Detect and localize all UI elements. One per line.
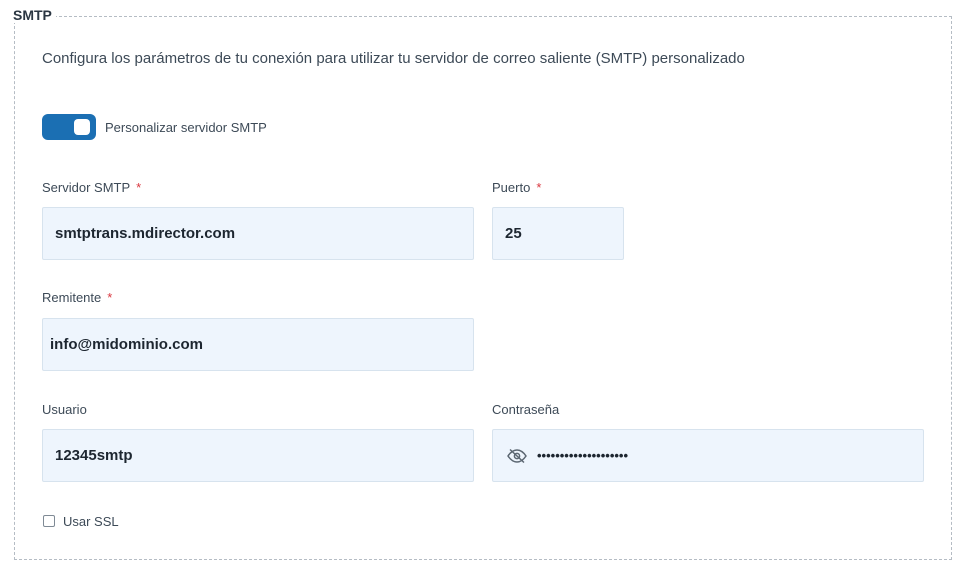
smtp-server-label-text: Servidor SMTP: [42, 180, 131, 195]
sender-label: Remitente *: [42, 290, 112, 305]
sender-label-text: Remitente: [42, 290, 102, 305]
custom-smtp-toggle-label: Personalizar servidor SMTP: [105, 120, 267, 135]
password-label: Contraseña: [492, 402, 560, 417]
required-marker: *: [536, 180, 542, 195]
required-marker: *: [136, 180, 142, 195]
required-marker: *: [107, 290, 113, 305]
user-input[interactable]: 12345smtp: [42, 429, 474, 482]
password-input[interactable]: ••••••••••••••••••••: [492, 429, 924, 482]
smtp-server-input[interactable]: smtptrans.mdirector.com: [42, 207, 474, 260]
custom-smtp-toggle[interactable]: [42, 114, 96, 140]
section-description: Configura los parámetros de tu conexión …: [42, 50, 745, 67]
smtp-legend: SMTP: [11, 7, 56, 23]
user-label: Usuario: [42, 402, 87, 417]
port-label-text: Puerto: [492, 180, 531, 195]
sender-input[interactable]: info@midominio.com: [42, 318, 474, 371]
smtp-server-label: Servidor SMTP *: [42, 180, 141, 195]
port-label: Puerto *: [492, 180, 541, 195]
toggle-knob: [74, 119, 90, 135]
password-masked-value: ••••••••••••••••••••: [537, 448, 629, 463]
use-ssl-label: Usar SSL: [63, 514, 119, 529]
port-input[interactable]: 25: [492, 207, 624, 260]
eye-hidden-icon[interactable]: [507, 448, 529, 464]
use-ssl-checkbox[interactable]: [43, 515, 55, 527]
